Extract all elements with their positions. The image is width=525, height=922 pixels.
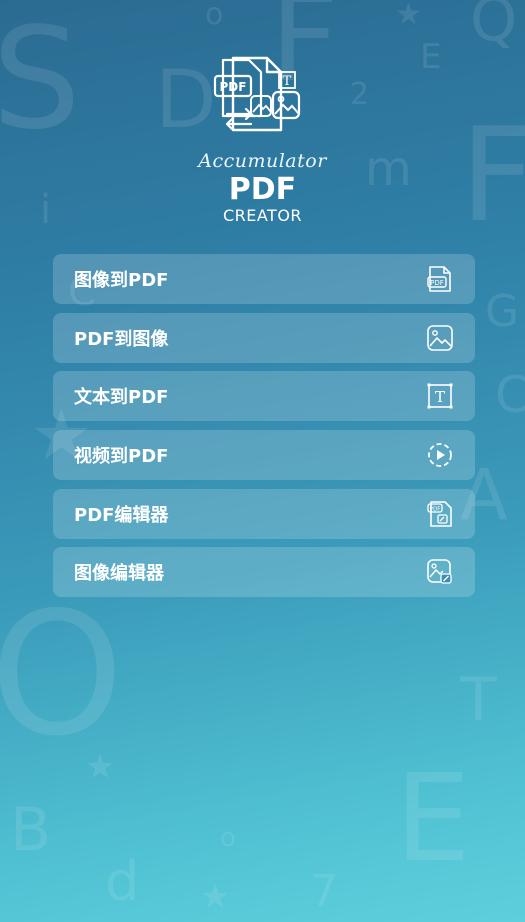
- menu-item-pdf-to-image[interactable]: PDF到图像: [53, 312, 475, 363]
- svg-text:PDF: PDF: [430, 506, 441, 512]
- svg-text:PDF: PDF: [219, 80, 246, 94]
- menu-item-label: PDF到图像: [74, 328, 169, 350]
- menu-item-label: 图像到PDF: [74, 270, 169, 291]
- pdf-file-icon: PDF: [426, 265, 454, 293]
- image-icon: [426, 324, 454, 352]
- image-edit-icon: [426, 558, 454, 586]
- menu-item-label: 图像编辑器: [74, 563, 164, 585]
- main-menu: 图像到PDF PDF PDF到图像 文本到PDF T 视频到PDF PDF编辑器…: [53, 254, 475, 606]
- menu-item-pdf-editor[interactable]: PDF编辑器 PDF: [53, 488, 475, 539]
- svg-text:PDF: PDF: [430, 279, 444, 287]
- app-logo: PDF T Accumulator PDF CREATOR: [0, 54, 525, 225]
- text-frame-icon: T: [426, 382, 454, 410]
- menu-item-label: 视频到PDF: [74, 446, 169, 468]
- menu-item-image-editor[interactable]: 图像编辑器: [53, 547, 475, 598]
- logo-script-text: Accumulator: [198, 150, 327, 172]
- menu-item-video-to-pdf[interactable]: 视频到PDF: [53, 430, 475, 481]
- menu-item-text-to-pdf[interactable]: 文本到PDF T: [53, 371, 475, 422]
- logo-title: PDF: [228, 172, 297, 207]
- menu-item-image-to-pdf[interactable]: 图像到PDF PDF: [53, 254, 475, 304]
- menu-item-label: PDF编辑器: [74, 504, 169, 526]
- pdf-creator-logo-icon: PDF T: [213, 56, 300, 132]
- svg-text:T: T: [282, 74, 291, 89]
- menu-item-label: 文本到PDF: [74, 387, 169, 409]
- video-play-icon: [426, 441, 454, 469]
- svg-text:T: T: [435, 388, 445, 406]
- logo-subtitle: CREATOR: [222, 206, 303, 225]
- pdf-edit-icon: PDF: [426, 500, 454, 528]
